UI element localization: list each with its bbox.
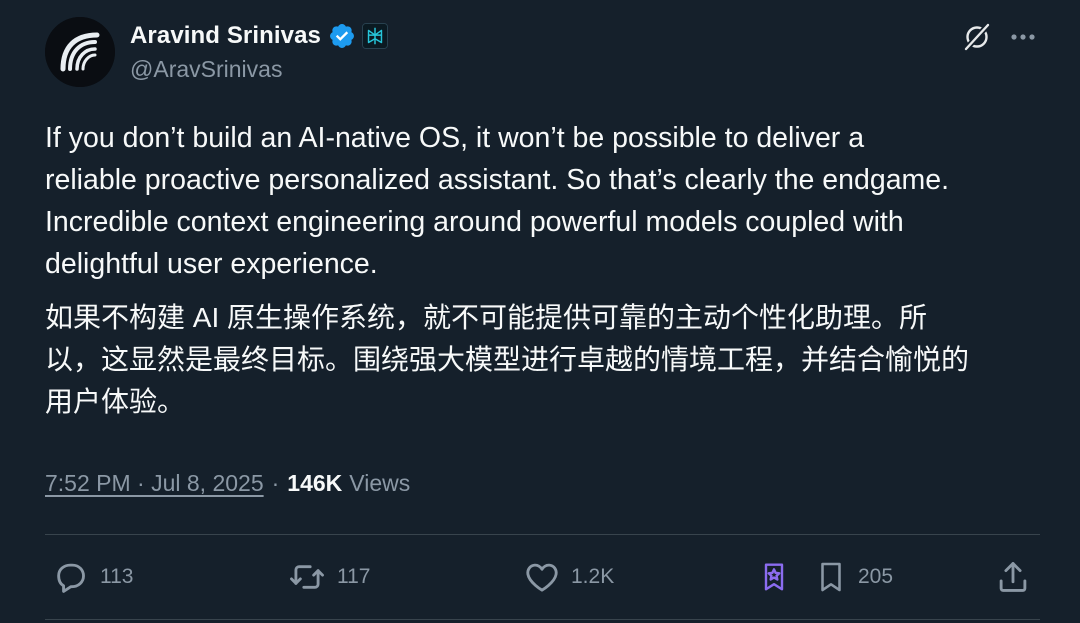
author-name-row: Aravind Srinivas [130, 20, 389, 52]
grok-icon [963, 22, 991, 52]
views-label: Views [349, 470, 411, 496]
author-avatar[interactable] [45, 17, 115, 87]
share-icon [999, 562, 1027, 592]
tweet-text-chinese: 如果不构建 AI 原生操作系统，就不可能提供可靠的主动个性化助理。所 以，这显然… [45, 302, 970, 417]
like-count: 1.2K [571, 565, 615, 588]
grok-button[interactable] [958, 20, 996, 54]
reply-count: 113 [100, 565, 134, 588]
more-options-button[interactable] [1004, 20, 1042, 54]
like-button[interactable]: 1.2K [523, 555, 614, 599]
reply-button[interactable]: 113 [52, 555, 133, 599]
divider [45, 619, 1040, 620]
tweet-text-english: If you don’t build an AI-native OS, it w… [45, 122, 950, 280]
author-display-name[interactable]: Aravind Srinivas [130, 22, 321, 50]
tweet-timestamp[interactable]: 7:52 PM · Jul 8, 2025 [45, 470, 264, 497]
bookmark-count: 205 [858, 565, 894, 588]
repost-icon [290, 565, 324, 589]
tweet-body: If you don’t build an AI-native OS, it w… [45, 117, 1045, 423]
grok-analyze-button[interactable] [758, 555, 790, 599]
tweet-meta: 7:52 PM · Jul 8, 2025 · 146K Views [45, 470, 410, 497]
tweet-card: Aravind Srinivas @AravSrinivas If you do… [0, 0, 1080, 623]
repost-button[interactable]: 117 [287, 555, 370, 599]
divider [45, 534, 1040, 535]
bookmark-icon [821, 562, 841, 592]
heart-icon [526, 563, 558, 592]
repost-count: 117 [337, 565, 371, 588]
views-count[interactable]: 146K [287, 470, 342, 497]
bookmark-button[interactable]: 205 [814, 555, 893, 599]
verified-badge-icon[interactable] [328, 22, 356, 50]
author-handle[interactable]: @AravSrinivas [130, 56, 282, 83]
avatar-logo-icon [45, 17, 115, 87]
perplexity-logo-icon[interactable] [362, 23, 389, 49]
grok-bookmark-star-icon [764, 563, 784, 591]
reply-icon [57, 563, 85, 593]
action-bar: 113 117 1.2K 205 [0, 555, 1080, 599]
share-button[interactable] [994, 555, 1032, 599]
more-dots-icon [1011, 34, 1035, 40]
meta-separator: · [271, 470, 280, 496]
